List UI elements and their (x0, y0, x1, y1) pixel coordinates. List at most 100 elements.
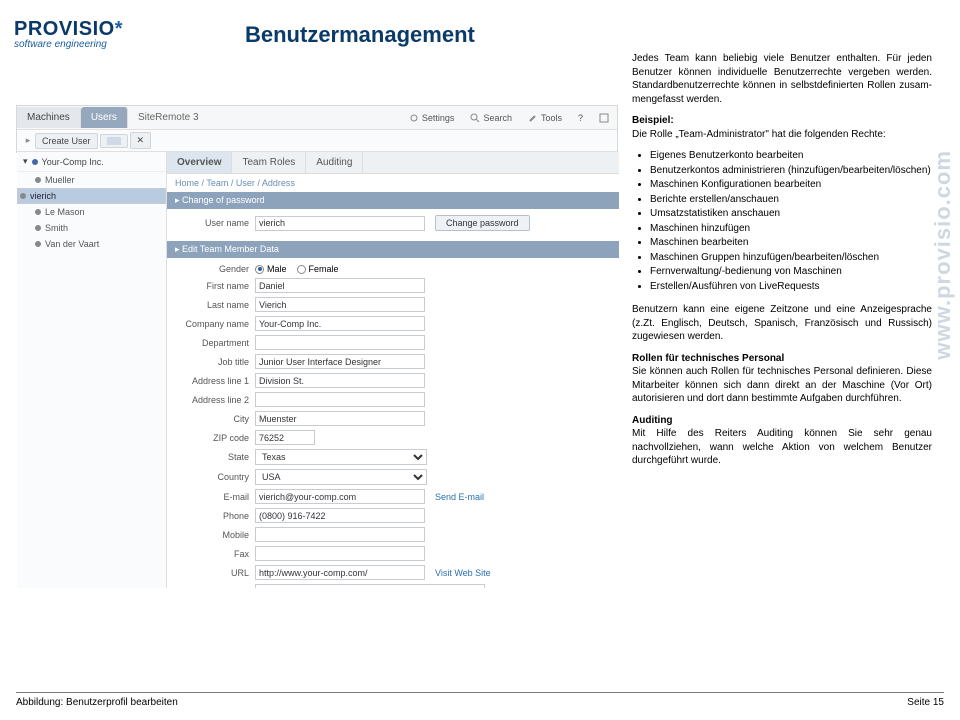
tools-link[interactable]: Tools (520, 109, 570, 127)
page-footer: Abbildung: Benutzerprofil bearbeiten Sei… (16, 692, 944, 708)
phone-label: Phone (175, 511, 255, 521)
subtab-overview[interactable]: Overview (167, 152, 232, 173)
country-select[interactable]: USA (255, 469, 427, 485)
addr2-input[interactable] (255, 392, 425, 407)
company-label: Company name (175, 319, 255, 329)
example-text: Die Rolle „Team-Administrator" hat die f… (632, 129, 886, 140)
action-bar: ▸ Create User ✕ (17, 130, 617, 152)
help-icon[interactable]: ? (570, 109, 591, 127)
timezone-label: Time zone (175, 587, 255, 588)
jobtitle-input[interactable] (255, 354, 425, 369)
toolbar-btn-1[interactable] (100, 134, 128, 148)
radio-male[interactable] (255, 265, 264, 274)
logo-brand: PROVISIO* (14, 18, 123, 41)
list-item: Maschinen bearbeiten (650, 236, 932, 250)
sidebar-user-mueller[interactable]: Mueller (17, 172, 166, 188)
change-password-button[interactable]: Change password (435, 215, 530, 231)
lastname-label: Last name (175, 300, 255, 310)
addr1-input[interactable] (255, 373, 425, 388)
auditing-text: Mit Hilfe des Reiters Auditing können Si… (632, 428, 932, 466)
email-label: E-mail (175, 492, 255, 502)
timezone-select[interactable]: (GMT-06:00) Central Time (US & Canada) (255, 584, 485, 588)
url-label: URL (175, 568, 255, 578)
list-item: Berichte erstellen/anschauen (650, 193, 932, 207)
product-name: SiteRemote 3 (138, 112, 199, 123)
expand-icon[interactable]: ▸ (23, 135, 33, 146)
rights-list: Eigenes Benutzerkonto bearbeiten Benutze… (650, 149, 932, 293)
footer-page: Seite 15 (907, 697, 944, 708)
gear-icon (409, 113, 419, 123)
country-label: Country (175, 472, 255, 482)
section-memberdata: ▸ Edit Team Member Data (167, 241, 619, 258)
exit-icon[interactable] (591, 109, 617, 127)
city-input[interactable] (255, 411, 425, 426)
username-input[interactable] (255, 216, 425, 231)
search-icon (470, 113, 480, 123)
sidebar-user-lemason[interactable]: Le Mason (17, 204, 166, 220)
list-item: Fernverwaltung/-bedienung von Maschinen (650, 265, 932, 279)
intro-text: Jedes Team kann beliebig viele Benutzer … (632, 52, 932, 106)
department-input[interactable] (255, 335, 425, 350)
tab-users[interactable]: Users (81, 107, 128, 128)
app-screenshot: Machines Users SiteRemote 3 Settings Sea… (16, 105, 618, 153)
list-item: Maschinen Gruppen hinzufügen/bearbeiten/… (650, 251, 932, 265)
list-item: Maschinen Konfigurationen bearbeiten (650, 178, 932, 192)
mobile-input[interactable] (255, 527, 425, 542)
gender-label: Gender (175, 264, 255, 274)
subtab-teamroles[interactable]: Team Roles (232, 152, 306, 173)
zip-label: ZIP code (175, 433, 255, 443)
toolbar-btn-2[interactable]: ✕ (130, 132, 152, 149)
list-item: Maschinen hinzufügen (650, 222, 932, 236)
send-email-link[interactable]: Send E-mail (435, 492, 484, 502)
state-label: State (175, 452, 255, 462)
settings-link[interactable]: Settings (401, 109, 463, 127)
list-item: Umsatzstatistiken anschauen (650, 207, 932, 221)
user-sidebar: ▾Your-Comp Inc. Mueller vierich Le Mason… (17, 152, 167, 588)
username-label: User name (175, 218, 255, 228)
sidebar-company[interactable]: ▾Your-Comp Inc. (17, 152, 166, 172)
company-input[interactable] (255, 316, 425, 331)
visit-site-link[interactable]: Visit Web Site (435, 568, 491, 578)
list-item: Erstellen/Ausführen von LiveRequests (650, 280, 932, 294)
timezone-text: Benutzern kann eine eigene Zeitzone und … (632, 303, 932, 344)
search-link[interactable]: Search (462, 109, 520, 127)
email-input[interactable] (255, 489, 425, 504)
url-input[interactable] (255, 565, 425, 580)
top-tabbar: Machines Users SiteRemote 3 Settings Sea… (17, 106, 617, 130)
footer-caption: Abbildung: Benutzerprofil bearbeiten (16, 697, 178, 708)
radio-female[interactable] (297, 265, 306, 274)
roles-text: Sie können auch Rollen für technisches P… (632, 366, 932, 404)
page-title: Benutzermanagement (245, 22, 475, 48)
sidebar-user-vierich[interactable]: vierich (17, 188, 166, 204)
state-select[interactable]: Texas (255, 449, 427, 465)
mobile-label: Mobile (175, 530, 255, 540)
logo: PROVISIO* software engineering (14, 18, 123, 50)
phone-input[interactable] (255, 508, 425, 523)
fax-input[interactable] (255, 546, 425, 561)
sidebar-user-vandervaart[interactable]: Van der Vaart (17, 236, 166, 252)
section-password: ▸ Change of password (167, 192, 619, 209)
addr2-label: Address line 2 (175, 395, 255, 405)
list-item: Eigenes Benutzerkonto bearbeiten (650, 149, 932, 163)
create-user-button[interactable]: Create User (35, 133, 98, 149)
lastname-input[interactable] (255, 297, 425, 312)
subtab-auditing[interactable]: Auditing (306, 152, 363, 173)
tab-machines[interactable]: Machines (17, 107, 81, 128)
fax-label: Fax (175, 549, 255, 559)
sidebar-user-smith[interactable]: Smith (17, 220, 166, 236)
auditing-header: Auditing (632, 415, 673, 426)
wrench-icon (528, 113, 538, 123)
list-item: Benutzerkontos administrieren (hinzufüge… (650, 164, 932, 178)
city-label: City (175, 414, 255, 424)
example-header: Beispiel: (632, 115, 674, 126)
firstname-label: First name (175, 281, 255, 291)
jobtitle-label: Job title (175, 357, 255, 367)
firstname-input[interactable] (255, 278, 425, 293)
main-panel: Overview Team Roles Auditing Home / Team… (167, 152, 619, 588)
addr1-label: Address line 1 (175, 376, 255, 386)
description-column: Jedes Team kann beliebig viele Benutzer … (632, 52, 932, 476)
zip-input[interactable] (255, 430, 315, 445)
roles-header: Rollen für technisches Personal (632, 353, 784, 364)
subtabs: Overview Team Roles Auditing (167, 152, 619, 174)
vertical-url: www.provisio.com (930, 150, 956, 360)
